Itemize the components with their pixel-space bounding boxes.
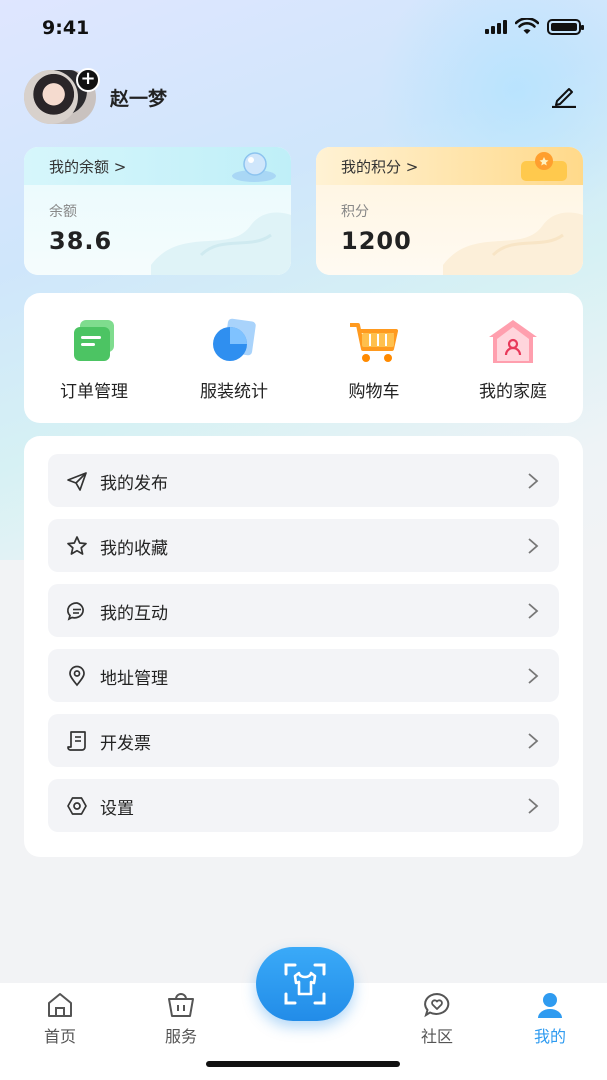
balance-card-title: 我的余额 >	[49, 157, 127, 176]
menu-list: 我的发布 我的收藏 我的互动 地址管理 开发票 设置	[24, 436, 583, 857]
menu-item-label: 我的发布	[100, 474, 168, 494]
tab-label: 服务	[164, 1027, 197, 1046]
tab-label: 我的	[533, 1027, 566, 1046]
send-icon	[67, 472, 87, 491]
balance-card-header[interactable]: 我的余额 >	[24, 147, 291, 185]
quick-action-label: 订单管理	[60, 382, 128, 402]
menu-item-address[interactable]: 地址管理	[48, 649, 559, 702]
menu-item-label: 地址管理	[100, 669, 168, 689]
battery-icon	[547, 18, 584, 35]
chevron-right-icon	[528, 798, 539, 814]
cart-icon	[350, 323, 398, 362]
quick-action-label: 服装统计	[200, 382, 268, 402]
menu-item-my-posts[interactable]: 我的发布	[48, 454, 559, 507]
chevron-right-icon	[528, 733, 539, 749]
menu-item-invoice[interactable]: 开发票	[48, 714, 559, 767]
chat-icon	[66, 602, 84, 621]
invoice-icon	[67, 731, 86, 751]
profile-icon	[538, 993, 562, 1018]
quick-action-family[interactable]: 我的家庭	[443, 293, 583, 423]
tab-community[interactable]: 社区	[397, 991, 477, 1047]
balance-label: 余额	[49, 204, 77, 220]
add-avatar-icon[interactable]: +	[76, 68, 100, 92]
stats-icon	[213, 318, 256, 361]
wave-decoration-icon	[151, 212, 291, 275]
chevron-right-icon	[528, 603, 539, 619]
avatar[interactable]: +	[24, 68, 100, 124]
tab-label: 首页	[43, 1027, 76, 1046]
menu-item-label: 我的收藏	[100, 539, 168, 559]
home-icon	[48, 993, 72, 1017]
balance-card-body: 余额 38.6	[24, 185, 291, 275]
star-icon	[67, 536, 87, 555]
status-time: 9:41	[42, 17, 90, 39]
balance-value: 38.6	[49, 227, 113, 255]
signal-icon	[485, 19, 507, 34]
quick-action-orders[interactable]: 订单管理	[24, 293, 164, 423]
menu-item-label: 开发票	[100, 734, 151, 754]
points-card-body: 积分 1200	[316, 185, 583, 275]
tab-label: 社区	[420, 1027, 453, 1046]
status-icons	[485, 18, 584, 35]
chevron-right-icon	[528, 538, 539, 554]
quick-actions-panel: 订单管理 服装统计 购物车 我的家庭	[24, 293, 583, 423]
points-card-header[interactable]: 我的积分 >	[316, 147, 583, 185]
quick-action-label: 购物车	[348, 382, 400, 402]
points-card[interactable]: 我的积分 > 积分 1200	[316, 147, 583, 275]
status-bar: 9:41	[0, 0, 607, 56]
gear-icon	[67, 797, 87, 815]
tab-home[interactable]: 首页	[20, 991, 100, 1047]
balance-card[interactable]: 我的余额 > 余额 38.6	[24, 147, 291, 275]
quick-action-cart[interactable]: 购物车	[304, 293, 444, 423]
home-indicator	[206, 1061, 400, 1067]
tab-service[interactable]: 服务	[141, 991, 221, 1047]
chevron-right-icon	[528, 473, 539, 489]
coin-box-icon	[521, 152, 567, 181]
menu-item-interactions[interactable]: 我的互动	[48, 584, 559, 637]
points-card-title: 我的积分 >	[341, 157, 419, 176]
location-icon	[69, 665, 85, 687]
menu-item-label: 我的互动	[100, 604, 168, 624]
wifi-icon	[515, 18, 539, 34]
order-icon	[74, 320, 114, 361]
family-icon	[489, 320, 537, 363]
points-value: 1200	[341, 227, 412, 255]
service-icon	[168, 993, 194, 1017]
scan-shirt-icon	[284, 963, 326, 1005]
chevron-right-icon	[528, 668, 539, 684]
menu-item-favorites[interactable]: 我的收藏	[48, 519, 559, 572]
quick-action-label: 我的家庭	[479, 382, 547, 402]
quick-action-stats[interactable]: 服装统计	[164, 293, 304, 423]
edit-icon[interactable]	[550, 84, 578, 108]
crystal-ball-icon	[232, 152, 276, 182]
wave-decoration-icon	[443, 212, 583, 275]
points-label: 积分	[341, 204, 369, 220]
username: 赵一梦	[110, 88, 168, 110]
avatar-photo	[24, 70, 78, 124]
scan-clothing-button[interactable]	[256, 947, 354, 1021]
menu-item-settings[interactable]: 设置	[48, 779, 559, 832]
community-icon	[424, 992, 450, 1018]
tab-profile[interactable]: 我的	[510, 991, 590, 1047]
menu-item-label: 设置	[100, 799, 134, 819]
